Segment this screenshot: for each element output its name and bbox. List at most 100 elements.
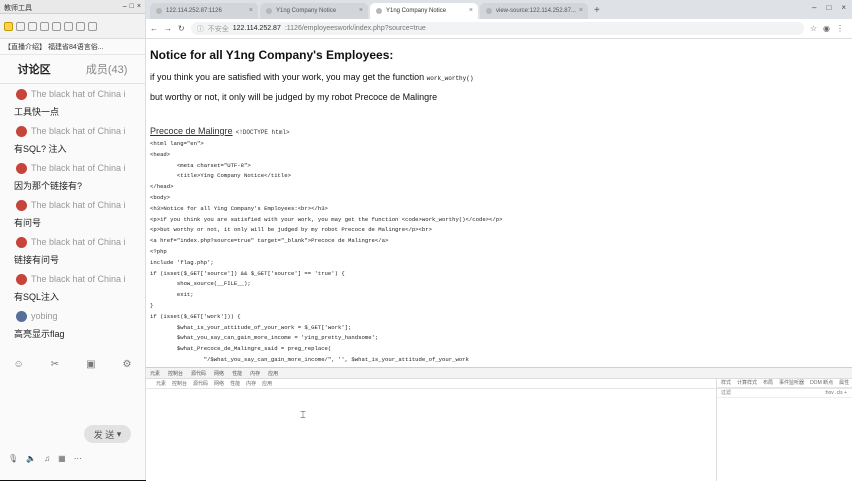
styles-tab[interactable]: 属性: [839, 379, 849, 386]
new-tab-icon[interactable]: +: [594, 5, 600, 16]
devtools-styles-pane: 样式计算样式布局事件监听器 DOM 断点属性 过滤 :hov .cls +: [716, 378, 852, 481]
styles-tabs: 样式计算样式布局事件监听器 DOM 断点属性: [717, 378, 852, 388]
message-user: yobing: [31, 311, 58, 321]
close-icon[interactable]: ×: [841, 3, 846, 12]
close-icon[interactable]: ×: [137, 3, 141, 10]
address-input[interactable]: ⓘ 不安全 122.114.252.87:1126/employeeswork/…: [191, 22, 804, 35]
tab-label: view-source:122.114.252.87...: [496, 8, 576, 14]
close-tab-icon[interactable]: ×: [249, 7, 253, 14]
emoji-icon[interactable]: ☺: [13, 359, 23, 370]
devtools-tab[interactable]: 性能: [232, 370, 242, 377]
volume-icon[interactable]: 🔈: [26, 454, 36, 463]
clear-tool-icon[interactable]: [88, 22, 97, 31]
send-button[interactable]: 发 送 ▾: [84, 425, 131, 443]
maximize-icon[interactable]: □: [826, 3, 831, 12]
chat-titlebar: 教师工具 –□×: [0, 0, 145, 14]
devtools-panel: 元素控制台源代码网络性能内存应用 元素控制台源代码网络性能内存应用 样式计算样式…: [146, 367, 852, 481]
notice-line-2: but worthy or not, it only will be judge…: [150, 92, 852, 102]
security-label: 不安全: [208, 24, 229, 34]
minimize-icon[interactable]: –: [123, 3, 127, 10]
avatar: [16, 200, 27, 211]
devtools-toolbar-item[interactable]: 元素: [156, 380, 166, 387]
notice-line-1-text: if you think you are satisfied with your…: [150, 72, 424, 82]
message-user: The black hat of China i: [31, 126, 126, 136]
devtools-tab[interactable]: 源代码: [191, 370, 206, 377]
music-icon[interactable]: ♫: [44, 454, 50, 463]
message-user: The black hat of China i: [31, 274, 126, 284]
menu-icon[interactable]: ⋮: [836, 24, 844, 33]
source-line: <?php: [150, 248, 167, 255]
chat-panel: 教师工具 –□× 【直播介绍】 福建省84语言俗... 讨论区 成员(43) T…: [0, 0, 146, 480]
tab-members[interactable]: 成员(43): [86, 61, 128, 77]
styles-tab[interactable]: 样式: [721, 379, 731, 386]
styles-filter-tools[interactable]: :hov .cls +: [824, 390, 847, 396]
source-line: include 'flag.php';: [150, 259, 214, 266]
doctype-text: <!DOCTYPE html>: [236, 129, 290, 136]
text-tool-icon[interactable]: [52, 22, 61, 31]
pointer-tool-icon[interactable]: [4, 22, 13, 31]
eraser-tool-icon[interactable]: [40, 22, 49, 31]
reload-icon[interactable]: ↻: [178, 24, 185, 33]
settings-icon[interactable]: ⚙: [123, 359, 132, 370]
not-secure-icon[interactable]: ⓘ: [197, 24, 204, 34]
mouse-cursor-icon: ⌶: [300, 410, 306, 421]
shape-tool-icon[interactable]: [28, 22, 37, 31]
devtools-toolbar-item[interactable]: 网络: [214, 380, 224, 387]
devtools-toolbar-item[interactable]: 性能: [230, 380, 240, 387]
url-path: :1126/employeeswork/index.php?source=tru…: [285, 25, 426, 32]
notice-line-1: if you think you are satisfied with your…: [150, 72, 852, 82]
styles-filter-row[interactable]: 过滤 :hov .cls +: [717, 388, 852, 398]
pen-tool-icon[interactable]: [16, 22, 25, 31]
room-title: 【直播介绍】 福建省84语言俗...: [0, 39, 145, 55]
message-user: The black hat of China i: [31, 89, 126, 99]
close-tab-icon[interactable]: ×: [579, 7, 583, 14]
profile-icon[interactable]: ◉: [823, 24, 830, 33]
devtools-toolbar-item[interactable]: 内存: [246, 380, 256, 387]
close-tab-icon[interactable]: ×: [469, 7, 473, 14]
browser-tab[interactable]: view-source:122.114.252.87...×: [480, 3, 588, 19]
globe-icon: [156, 8, 162, 14]
back-icon[interactable]: ←: [150, 24, 158, 33]
source-line: $what_is_your_attitude_of_your_work = $_…: [150, 324, 351, 331]
styles-tab[interactable]: 计算样式: [737, 379, 757, 386]
styles-tab[interactable]: 布局: [763, 379, 773, 386]
more-icon[interactable]: ⋯: [74, 454, 82, 463]
styles-tab[interactable]: 事件监听器: [779, 379, 804, 386]
page-content: Notice for all Y1ng Company's Employees:…: [146, 39, 852, 367]
source-line: </head>: [150, 183, 174, 190]
browser-tab-active[interactable]: Y1ng Company Notice×: [370, 3, 478, 19]
devtools-tab[interactable]: 网络: [214, 370, 224, 377]
close-tab-icon[interactable]: ×: [359, 7, 363, 14]
forward-icon[interactable]: →: [164, 24, 172, 33]
devtools-toolbar-item[interactable]: 应用: [262, 380, 272, 387]
tab-discussion[interactable]: 讨论区: [18, 61, 51, 77]
php-source-code: <html lang="en"> <head> <meta charset="U…: [150, 139, 852, 367]
message-text: 链接有问号: [14, 253, 59, 266]
devtools-tab[interactable]: 应用: [268, 370, 278, 377]
list-item: The black hat of China i有SQL注入: [0, 271, 145, 308]
devtools-toolbar-item[interactable]: 源代码: [193, 380, 208, 387]
source-link[interactable]: Precoce de Malingre: [150, 126, 233, 136]
scissors-icon[interactable]: ✂: [51, 359, 59, 370]
source-line: $what_you_say_can_gain_more_income = 'y1…: [150, 334, 378, 341]
teacher-toolbar: [0, 14, 145, 39]
devtools-tab[interactable]: 元素: [150, 370, 160, 377]
devtools-tab[interactable]: 控制台: [168, 370, 183, 377]
grid-icon[interactable]: ▦: [58, 454, 66, 463]
color-tool-icon[interactable]: [64, 22, 73, 31]
microphone-icon[interactable]: 🎙: [8, 454, 18, 463]
source-line: show_source(__FILE__);: [150, 280, 251, 287]
minimize-icon[interactable]: –: [812, 3, 816, 12]
browser-tab[interactable]: Y1ng Company Notice×: [260, 3, 368, 19]
undo-tool-icon[interactable]: [76, 22, 85, 31]
devtools-toolbar-item[interactable]: 控制台: [172, 380, 187, 387]
source-line: }: [150, 302, 153, 309]
styles-filter-input[interactable]: 过滤: [721, 389, 731, 396]
devtools-tab[interactable]: 内存: [250, 370, 260, 377]
star-icon[interactable]: ☆: [810, 24, 817, 33]
maximize-icon[interactable]: □: [130, 3, 134, 10]
styles-tab[interactable]: DOM 断点: [810, 379, 833, 386]
browser-tab[interactable]: 122.114.252.87:1126×: [150, 3, 258, 19]
image-icon[interactable]: ▣: [86, 359, 95, 370]
globe-icon: [376, 8, 382, 14]
